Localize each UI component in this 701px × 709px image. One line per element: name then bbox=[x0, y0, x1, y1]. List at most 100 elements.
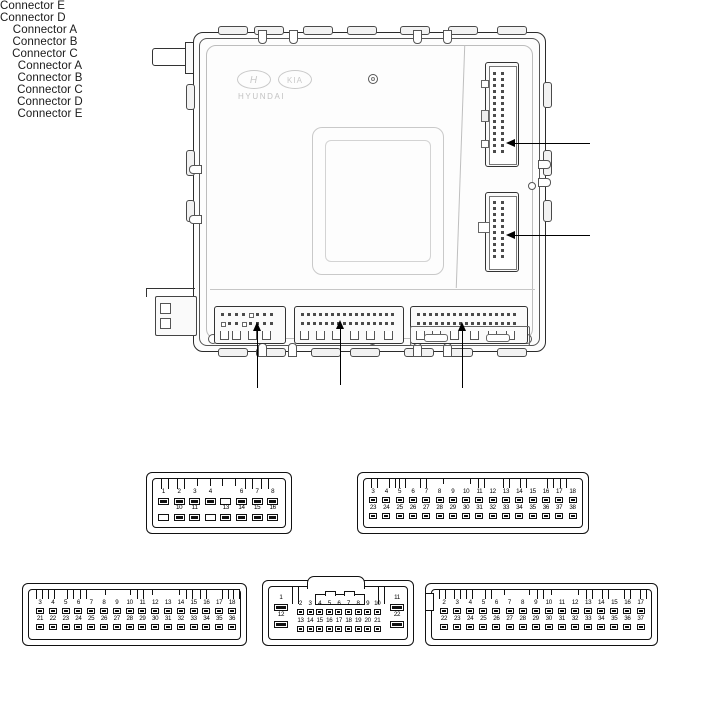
pin-number: 38 bbox=[569, 504, 576, 511]
pin-number: 10 bbox=[374, 600, 381, 607]
connector-pin bbox=[158, 514, 169, 521]
connector-e-key-4 bbox=[485, 589, 492, 599]
connector-b-key-2 bbox=[389, 478, 396, 488]
ecu-left-clip-1 bbox=[186, 84, 195, 110]
connector-pin bbox=[505, 608, 514, 614]
ecu-top-clip-4 bbox=[347, 26, 377, 35]
connector-c-key-3 bbox=[67, 589, 74, 599]
connector-c-key-1 bbox=[36, 589, 43, 599]
connector-pin bbox=[382, 513, 391, 519]
connector-pin bbox=[306, 626, 314, 632]
connector-pin bbox=[189, 608, 198, 614]
connector-pin bbox=[448, 497, 457, 503]
connector-e-key-11 bbox=[640, 589, 647, 599]
connector-pin bbox=[435, 513, 444, 519]
connector-b-key-6 bbox=[478, 478, 485, 488]
ecu-left-hook-1 bbox=[189, 165, 202, 174]
connector-pin bbox=[236, 514, 247, 521]
connector-pin bbox=[541, 513, 550, 519]
connector-pin bbox=[345, 626, 352, 632]
connector-pin bbox=[531, 624, 540, 630]
connector-pin bbox=[571, 624, 579, 630]
connector-b-key-8 bbox=[520, 478, 527, 488]
pin-number: 22 bbox=[393, 611, 401, 618]
ecu-port-d-key-left bbox=[478, 222, 490, 233]
connector-c-key-9 bbox=[200, 589, 207, 599]
connector-pin bbox=[453, 608, 462, 614]
connector-pin bbox=[568, 497, 577, 503]
pin-number: 36 bbox=[228, 615, 236, 622]
leader-connector-d bbox=[515, 235, 590, 236]
connector-pin bbox=[151, 608, 160, 614]
connector-pin bbox=[475, 497, 484, 503]
connector-pin bbox=[479, 608, 488, 614]
connector-pin bbox=[325, 609, 333, 615]
kia-logo-icon: KIA bbox=[278, 70, 312, 89]
ecu-bottom-clip-3 bbox=[311, 348, 341, 357]
connector-c-key-6 bbox=[137, 589, 144, 599]
connector-e-key-6 bbox=[537, 589, 544, 599]
connector-pin bbox=[189, 624, 198, 630]
ecu-port-a-grid bbox=[221, 313, 281, 329]
connector-pin bbox=[138, 608, 147, 614]
ecu-top-clip-1 bbox=[218, 26, 248, 35]
ecu-port-b-tabs bbox=[298, 331, 400, 341]
connector-pin bbox=[274, 621, 288, 628]
ecu-port-a-tabs bbox=[218, 331, 282, 341]
ecu-seam-line-lower bbox=[210, 289, 535, 291]
connector-pin bbox=[466, 608, 475, 614]
ecu-top-hook-3 bbox=[413, 30, 422, 44]
connector-pin bbox=[176, 608, 185, 614]
connector-b-caption: Connector B bbox=[17, 72, 83, 84]
pin-number: 1 bbox=[279, 594, 283, 601]
ecu-bottom-clip-4 bbox=[350, 348, 380, 357]
ecu-right-clip-3 bbox=[543, 200, 552, 222]
connector-pin bbox=[492, 624, 501, 630]
connector-e-key-10 bbox=[624, 589, 631, 599]
connector-pin bbox=[568, 513, 577, 519]
connector-pin bbox=[373, 609, 381, 615]
connector-pin bbox=[267, 514, 279, 521]
connector-pin bbox=[623, 608, 632, 614]
connector-pin bbox=[112, 624, 121, 630]
hyundai-logo-icon: H bbox=[237, 70, 271, 89]
connector-pin bbox=[364, 609, 372, 615]
connector-pin bbox=[373, 626, 381, 632]
connector-pin bbox=[557, 608, 566, 614]
connector-e-key-7 bbox=[551, 589, 579, 595]
connector-pin bbox=[597, 624, 606, 630]
screw-boss-top-inner bbox=[371, 77, 375, 81]
pin-number: 18 bbox=[569, 488, 576, 495]
connector-e-key-9 bbox=[602, 589, 609, 599]
ecu-port-e-key-left2 bbox=[481, 110, 489, 122]
leader-connector-c bbox=[462, 330, 463, 388]
ecu-top-clip-7 bbox=[497, 26, 527, 35]
arrow-connector-c bbox=[458, 322, 466, 331]
connector-pin bbox=[204, 498, 216, 505]
connector-pin bbox=[610, 624, 619, 630]
ecu-right-hook-1 bbox=[538, 160, 551, 169]
ecu-connector-diagram: H KIA HYUNDAI Connector E Connector D Co… bbox=[0, 0, 701, 709]
connector-pin bbox=[528, 497, 537, 503]
connector-pin bbox=[100, 608, 108, 614]
connector-b-key-3 bbox=[399, 478, 406, 488]
connector-pin bbox=[335, 626, 343, 632]
connector-c-key-10 bbox=[222, 589, 229, 599]
pin-number: 11 bbox=[191, 504, 198, 511]
connector-pin bbox=[557, 624, 566, 630]
connector-c-key-8 bbox=[186, 589, 193, 599]
connector-pin bbox=[297, 626, 304, 632]
ecu-right-clip-1 bbox=[543, 82, 552, 108]
connector-pin bbox=[297, 609, 304, 615]
ecu-top-hook-1 bbox=[258, 30, 267, 44]
connector-d-center-notch-1 bbox=[325, 591, 336, 596]
connector-pin bbox=[515, 513, 524, 519]
connector-pin bbox=[325, 626, 333, 632]
connector-b-key-1 bbox=[371, 478, 378, 488]
connector-pin bbox=[125, 624, 134, 630]
connector-pin bbox=[306, 609, 314, 615]
connector-c-key-5 bbox=[105, 589, 131, 595]
connector-pin bbox=[382, 497, 391, 503]
connector-pin bbox=[555, 513, 564, 519]
connector-a-key-6 bbox=[261, 478, 269, 489]
